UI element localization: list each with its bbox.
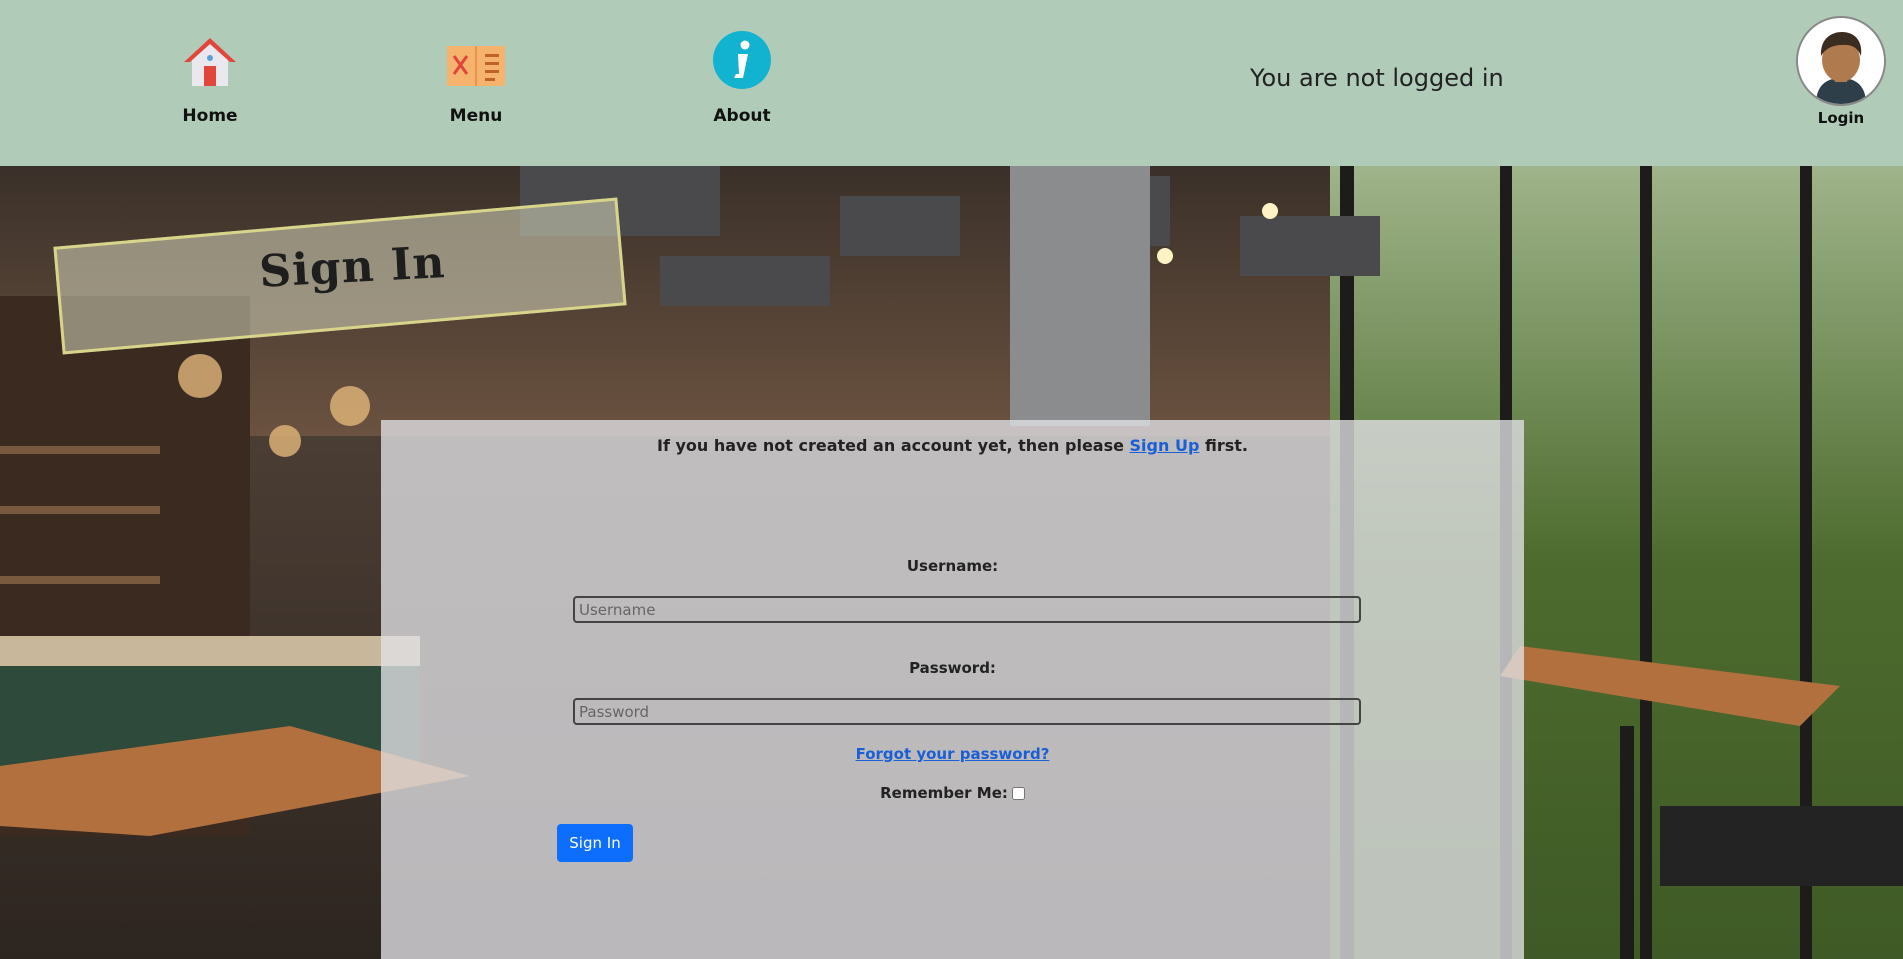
password-label: Password: bbox=[909, 659, 996, 677]
login-form-panel: If you have not created an account yet, … bbox=[381, 420, 1524, 959]
username-label: Username: bbox=[906, 557, 999, 575]
nav-menu[interactable]: Menu bbox=[416, 24, 536, 126]
signup-note: If you have not created an account yet, … bbox=[381, 436, 1524, 455]
nav-about[interactable]: About bbox=[682, 24, 802, 126]
remember-me-row: Remember Me: bbox=[381, 784, 1524, 802]
user-avatar-icon bbox=[1798, 18, 1884, 104]
remember-me-label: Remember Me: bbox=[880, 784, 1008, 802]
nav-home-label: Home bbox=[182, 106, 238, 126]
login-button[interactable]: Login bbox=[1794, 16, 1888, 127]
signup-link[interactable]: Sign Up bbox=[1130, 436, 1200, 455]
nav-home[interactable]: Home bbox=[150, 24, 270, 126]
info-icon bbox=[713, 31, 771, 89]
remember-me-checkbox[interactable] bbox=[1011, 787, 1025, 800]
forgot-password-link[interactable]: Forgot your password? bbox=[856, 745, 1050, 763]
nav-menu-label: Menu bbox=[449, 106, 503, 126]
login-status-text: You are not logged in bbox=[1250, 64, 1504, 92]
sign-in-button[interactable]: Sign In bbox=[557, 824, 633, 862]
login-label: Login bbox=[1817, 109, 1865, 127]
house-icon bbox=[184, 38, 236, 86]
username-input[interactable] bbox=[573, 596, 1361, 623]
page-title: Sign In bbox=[258, 237, 447, 298]
forgot-password: Forgot your password? bbox=[381, 745, 1524, 763]
avatar bbox=[1796, 16, 1886, 106]
menu-book-icon bbox=[447, 46, 505, 86]
top-nav-bar: Home Menu About You are not logged in Lo… bbox=[0, 0, 1903, 166]
signup-note-suffix: first. bbox=[1199, 436, 1248, 455]
nav-about-label: About bbox=[713, 106, 771, 126]
signup-note-prefix: If you have not created an account yet, … bbox=[657, 436, 1130, 455]
password-input[interactable] bbox=[573, 698, 1361, 725]
